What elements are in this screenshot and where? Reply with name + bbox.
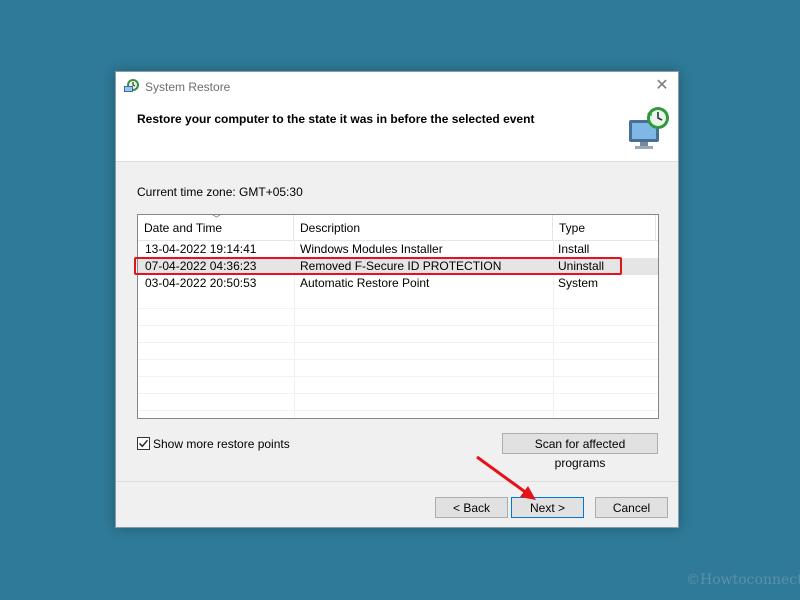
empty-row bbox=[138, 309, 658, 326]
system-restore-icon bbox=[124, 79, 139, 92]
next-button[interactable]: Next > bbox=[511, 497, 584, 518]
empty-row bbox=[138, 394, 658, 411]
empty-row bbox=[138, 343, 658, 360]
sort-caret-down-icon: ﹀ bbox=[212, 214, 222, 224]
empty-row bbox=[138, 377, 658, 394]
dialog-heading: Restore your computer to the state it wa… bbox=[137, 112, 535, 126]
divider bbox=[116, 481, 678, 482]
close-button[interactable]: ✕ bbox=[653, 77, 671, 95]
table-row-selected[interactable]: 07-04-2022 04:36:23 Removed F-Secure ID … bbox=[138, 258, 658, 275]
list-header: ﹀ Date and Time Description Type bbox=[138, 215, 658, 241]
close-icon: ✕ bbox=[655, 77, 669, 94]
restore-points-list[interactable]: ﹀ Date and Time Description Type 13-04-2… bbox=[137, 214, 659, 419]
empty-row bbox=[138, 326, 658, 343]
column-type[interactable]: Type bbox=[553, 215, 656, 240]
checkbox-box[interactable] bbox=[137, 437, 150, 450]
table-row[interactable]: 13-04-2022 19:14:41 Windows Modules Inst… bbox=[138, 241, 658, 258]
table-row[interactable]: 03-04-2022 20:50:53 Automatic Restore Po… bbox=[138, 275, 658, 292]
scan-affected-programs-button[interactable]: Scan for affected programs bbox=[502, 433, 658, 470]
cancel-button[interactable]: Cancel bbox=[595, 497, 668, 518]
back-button[interactable]: < Back bbox=[435, 497, 508, 518]
show-more-label: Show more restore points bbox=[153, 437, 290, 451]
empty-row bbox=[138, 360, 658, 377]
column-description[interactable]: Description bbox=[294, 215, 553, 240]
column-date-and-time[interactable]: ﹀ Date and Time bbox=[138, 215, 294, 240]
checkmark-icon bbox=[139, 439, 149, 448]
dialog-title: System Restore bbox=[145, 80, 231, 94]
empty-row bbox=[138, 292, 658, 309]
system-restore-monitor-icon bbox=[629, 107, 669, 149]
timezone-label: Current time zone: GMT+05:30 bbox=[137, 185, 303, 199]
system-restore-dialog: System Restore ✕ Restore your computer t… bbox=[115, 71, 679, 528]
dialog-header: System Restore ✕ Restore your computer t… bbox=[116, 72, 678, 162]
watermark: ©Howtoconnect bbox=[686, 572, 800, 588]
